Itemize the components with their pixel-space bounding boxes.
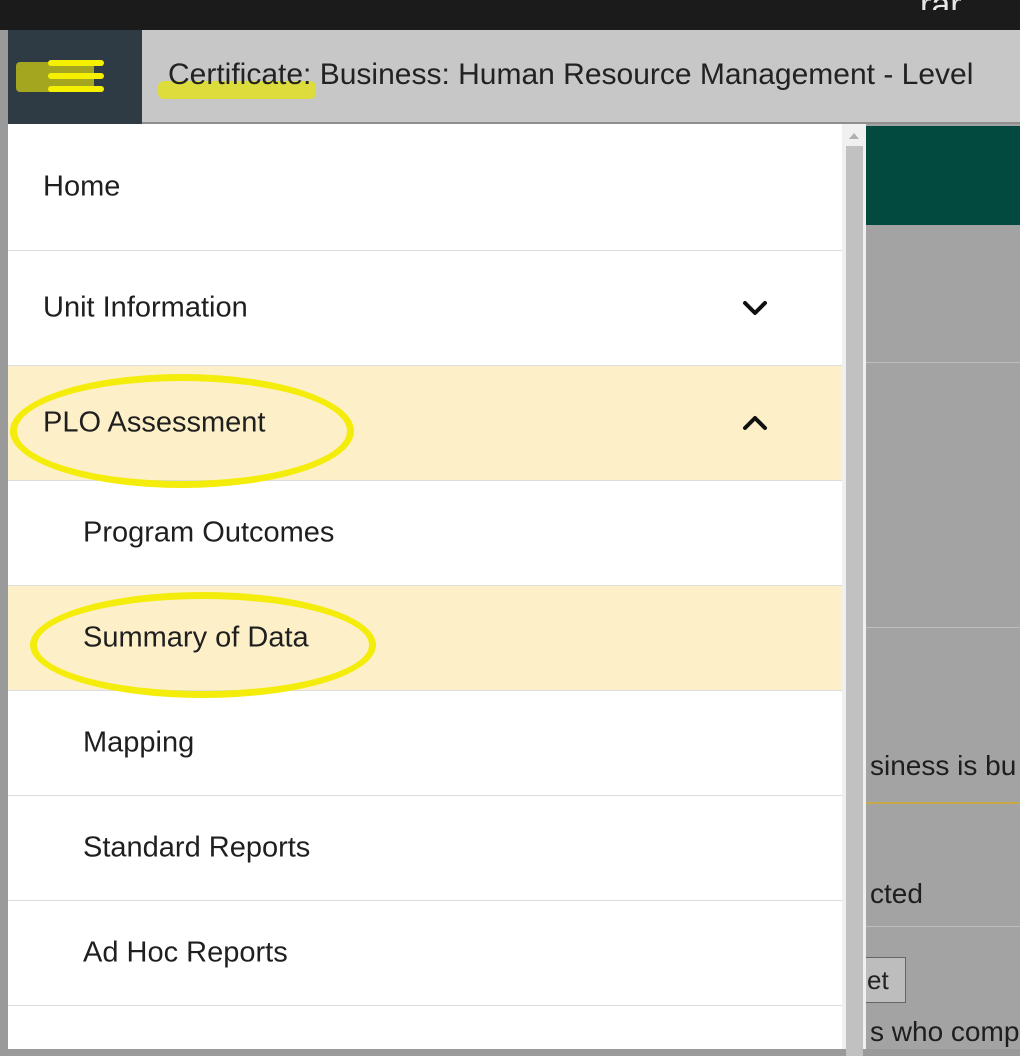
menu-item-label: Home <box>43 170 121 203</box>
menu-item-label: Unit Information <box>43 291 248 324</box>
background-text: cted <box>870 878 923 909</box>
background-text: s who comp <box>870 1016 1020 1047</box>
menu-item-unit-information[interactable]: Unit Information <box>8 251 842 366</box>
menu-toggle-button[interactable] <box>8 30 142 124</box>
menu-item-home[interactable]: Home <box>8 124 842 251</box>
chevron-up-icon <box>743 416 767 430</box>
menu-item-label: Program Outcomes <box>83 516 335 549</box>
top-strip: rar <box>0 0 1020 30</box>
menu-item-label: PLO Assessment <box>43 406 266 439</box>
hamburger-icon <box>48 60 104 94</box>
background-page <box>866 124 1020 1049</box>
menu-item-label: Standard Reports <box>83 831 311 864</box>
chevron-down-icon <box>743 301 767 315</box>
scroll-up-icon[interactable] <box>849 133 859 139</box>
menu-item-program-outcomes[interactable]: Program Outcomes <box>8 481 842 586</box>
menu-item-plo-assessment[interactable]: PLO Assessment <box>8 366 842 481</box>
menu-item-label: Mapping <box>83 726 195 759</box>
menu-item-label: Summary of Data <box>83 621 309 654</box>
background-banner <box>866 126 1020 225</box>
menu-scrollbar[interactable] <box>842 124 866 1056</box>
page-title: Certificate: Business: Human Resource Ma… <box>168 58 974 91</box>
scroll-thumb[interactable] <box>846 146 863 1056</box>
background-accent-line <box>866 802 1020 804</box>
background-divider <box>866 627 1020 628</box>
menu-item-label: Ad Hoc Reports <box>83 936 288 969</box>
navigation-menu: Home Unit Information PLO Assessment Pro… <box>8 124 842 1049</box>
menu-item-ad-hoc-reports[interactable]: Ad Hoc Reports <box>8 901 842 1006</box>
header-bar: Certificate: Business: Human Resource Ma… <box>142 30 1020 124</box>
background-divider <box>866 362 1020 363</box>
background-text: siness is bu <box>870 750 1017 781</box>
menu-item-summary-of-data[interactable]: Summary of Data <box>8 586 842 691</box>
background-divider <box>866 926 1020 927</box>
top-peek-text: rar <box>920 0 1020 10</box>
menu-item-standard-reports[interactable]: Standard Reports <box>8 796 842 901</box>
menu-item-mapping[interactable]: Mapping <box>8 691 842 796</box>
